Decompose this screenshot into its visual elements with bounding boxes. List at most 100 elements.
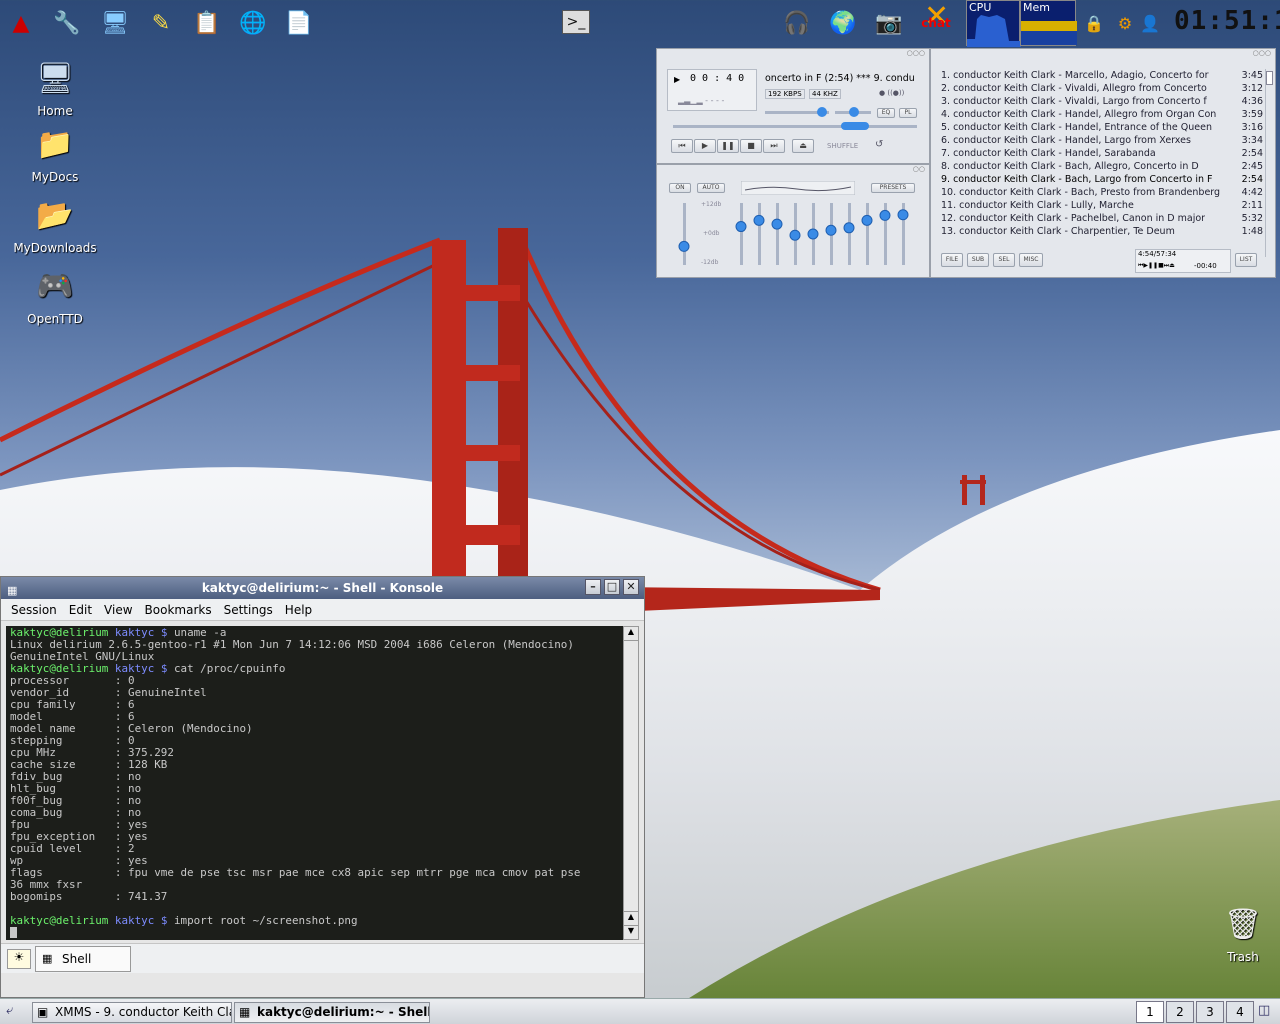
terminal-scrollbar[interactable]: ▲ ▼ ▲ bbox=[623, 626, 639, 940]
next-icon[interactable]: ⏭ bbox=[763, 139, 785, 153]
eq-band-knob[interactable] bbox=[897, 209, 909, 221]
xmms-equalizer-window[interactable]: ○○ ON AUTO PRESETS +12db +0db -12db bbox=[656, 164, 930, 278]
balance-slider[interactable] bbox=[835, 107, 871, 117]
playlist-item[interactable]: 3. conductor Keith Clark - Vivaldi, Larg… bbox=[941, 95, 1263, 108]
desktop-icon-mydocs[interactable]: 📁 MyDocs bbox=[10, 122, 100, 185]
pl-file-button[interactable]: FILE bbox=[941, 253, 963, 267]
wrench-icon[interactable]: 🔧 bbox=[50, 6, 84, 40]
camera-icon[interactable]: 📷 bbox=[872, 6, 906, 40]
pl-sub-button[interactable]: SUB bbox=[967, 253, 989, 267]
menu-bookmarks[interactable]: Bookmarks bbox=[139, 603, 218, 617]
scroll-down-icon[interactable]: ▼ bbox=[624, 925, 638, 939]
tab-shell[interactable]: ▦ Shell bbox=[35, 946, 131, 972]
menu-settings[interactable]: Settings bbox=[218, 603, 279, 617]
playlist-item[interactable]: 4. conductor Keith Clark - Handel, Alleg… bbox=[941, 108, 1263, 121]
eq-band-track[interactable] bbox=[866, 203, 869, 265]
terminal-output[interactable]: kaktyc@delirium kaktyc $ uname -a Linux d… bbox=[6, 626, 623, 940]
redhat-icon[interactable]: ▲ bbox=[4, 6, 38, 40]
pencil-icon[interactable]: ✎ bbox=[144, 6, 178, 40]
desktop-icon-openttd[interactable]: 🎮 OpenTTD bbox=[10, 264, 100, 327]
minimize-icon[interactable]: – bbox=[585, 579, 601, 595]
panel-clock[interactable]: 01:51:17 bbox=[1174, 6, 1280, 40]
playlist-list[interactable]: 1. conductor Keith Clark - Marcello, Ada… bbox=[941, 69, 1263, 241]
eq-band-track[interactable] bbox=[740, 203, 743, 265]
playlist-item[interactable]: 11. conductor Keith Clark - Lully, March… bbox=[941, 199, 1263, 212]
close-icon[interactable]: ✕ bbox=[623, 579, 639, 595]
lock-icon[interactable]: 🔒 bbox=[1084, 6, 1104, 40]
desktop-2[interactable]: 2 bbox=[1166, 1001, 1194, 1023]
xmms-main-window[interactable]: ○○○ ▶ 0 0 : 4 0 ▂▃▁▂ - - - - oncerto in … bbox=[656, 48, 930, 164]
scroll-up-icon[interactable]: ▲ bbox=[624, 627, 638, 641]
eq-band-knob[interactable] bbox=[861, 214, 873, 226]
desktop-icon-mydownloads[interactable]: 📂 MyDownloads bbox=[10, 193, 100, 256]
menu-edit[interactable]: Edit bbox=[63, 603, 98, 617]
playlist-item[interactable]: 8. conductor Keith Clark - Bach, Allegro… bbox=[941, 160, 1263, 173]
pl-toggle-button[interactable]: PL bbox=[899, 108, 917, 118]
pl-list-button[interactable]: LIST bbox=[1235, 253, 1257, 267]
eq-band-track[interactable] bbox=[848, 203, 851, 265]
shuffle-button[interactable]: SHUFFLE bbox=[827, 142, 858, 150]
playlist-scrollbar[interactable] bbox=[1265, 69, 1273, 257]
eq-band-knob[interactable] bbox=[825, 224, 837, 236]
user-icon[interactable]: 👤 bbox=[1138, 6, 1162, 40]
desktop-icon-home[interactable]: 🖥 Home bbox=[10, 56, 100, 119]
document-icon[interactable]: 📄 bbox=[282, 6, 316, 40]
eq-band-knob[interactable] bbox=[843, 222, 855, 234]
terminal-icon[interactable]: >_ bbox=[562, 10, 590, 34]
playlist-item[interactable]: 5. conductor Keith Clark - Handel, Entra… bbox=[941, 121, 1263, 134]
desktop-4[interactable]: 4 bbox=[1226, 1001, 1254, 1023]
konsole-titlebar[interactable]: ▦ kaktyc@delirium:~ - Shell - Konsole – … bbox=[1, 577, 644, 599]
eject-icon[interactable]: ⏏ bbox=[792, 139, 814, 153]
playlist-item[interactable]: 1. conductor Keith Clark - Marcello, Ada… bbox=[941, 69, 1263, 82]
mini-transport-icons[interactable]: ⏮▶❚❚■⏭⏏ bbox=[1138, 262, 1175, 270]
maximize-icon[interactable]: □ bbox=[604, 579, 620, 595]
eq-preamp-track[interactable] bbox=[683, 203, 686, 265]
volume-slider[interactable] bbox=[765, 107, 829, 117]
playlist-item[interactable]: 6. conductor Keith Clark - Handel, Largo… bbox=[941, 134, 1263, 147]
eq-toggle-button[interactable]: EQ bbox=[877, 108, 895, 118]
playlist-item[interactable]: 7. conductor Keith Clark - Handel, Sarab… bbox=[941, 147, 1263, 160]
task-xmms[interactable]: ▣ XMMS - 9. conductor Keith Cla bbox=[32, 1002, 232, 1023]
playlist-item[interactable]: 10. conductor Keith Clark - Bach, Presto… bbox=[941, 186, 1263, 199]
eq-band-track[interactable] bbox=[776, 203, 779, 265]
headphones-icon[interactable]: 🎧 bbox=[780, 6, 814, 40]
desktop-1[interactable]: 1 bbox=[1136, 1001, 1164, 1023]
previous-icon[interactable]: ⏮ bbox=[671, 139, 693, 153]
task-konsole[interactable]: ▦ kaktyc@delirium:~ - Shell bbox=[234, 1002, 430, 1023]
eq-band-knob[interactable] bbox=[735, 221, 747, 233]
pl-sel-button[interactable]: SEL bbox=[993, 253, 1015, 267]
menu-help[interactable]: Help bbox=[279, 603, 318, 617]
chat-icon[interactable]: ✕ chat bbox=[918, 2, 954, 38]
notepad-icon[interactable]: 📋 bbox=[190, 6, 224, 40]
monitor-icon[interactable]: 🖥 bbox=[98, 6, 132, 40]
desktop-icon-trash[interactable]: 🗑 Trash bbox=[1198, 902, 1280, 965]
konsole-app-icon[interactable]: ▦ bbox=[7, 580, 17, 602]
seek-bar[interactable] bbox=[673, 122, 917, 130]
playlist-item[interactable]: 13. conductor Keith Clark - Charpentier,… bbox=[941, 225, 1263, 238]
xmms-playlist-window[interactable]: ○○○ 1. conductor Keith Clark - Marcello,… bbox=[930, 48, 1276, 278]
playlist-item[interactable]: 9. conductor Keith Clark - Bach, Largo f… bbox=[941, 173, 1263, 186]
kmenu-arrow-icon[interactable]: ⤶ bbox=[6, 1003, 13, 1018]
eq-band-knob[interactable] bbox=[789, 229, 801, 241]
stop-icon[interactable]: ■ bbox=[740, 139, 762, 153]
browser-globe-icon[interactable]: 🌍 bbox=[826, 6, 860, 40]
konsole-window[interactable]: ▦ kaktyc@delirium:~ - Shell - Konsole – … bbox=[0, 576, 645, 998]
new-session-icon[interactable]: ☀ bbox=[7, 949, 31, 969]
pause-icon[interactable]: ❚❚ bbox=[717, 139, 739, 153]
playlist-item[interactable]: 12. conductor Keith Clark - Pachelbel, C… bbox=[941, 212, 1263, 225]
kde-icon[interactable]: ⚙ bbox=[1114, 6, 1136, 40]
eq-band-knob[interactable] bbox=[807, 228, 819, 240]
playlist-item[interactable]: 2. conductor Keith Clark - Vivaldi, Alle… bbox=[941, 82, 1263, 95]
pl-misc-button[interactable]: MISC bbox=[1019, 253, 1043, 267]
menu-view[interactable]: View bbox=[98, 603, 138, 617]
show-desktop-icon[interactable]: ◫ bbox=[1258, 1003, 1270, 1018]
play-icon[interactable]: ▶ bbox=[694, 139, 716, 153]
eq-band-track[interactable] bbox=[758, 203, 761, 265]
eq-band-knob[interactable] bbox=[771, 218, 783, 230]
menu-session[interactable]: Session bbox=[5, 603, 63, 617]
xmms-titlebar[interactable]: ○○○ bbox=[657, 49, 929, 59]
desktop-3[interactable]: 3 bbox=[1196, 1001, 1224, 1023]
eq-band-knob[interactable] bbox=[879, 209, 891, 221]
globe-network-icon[interactable]: 🌐 bbox=[236, 6, 270, 40]
repeat-icon[interactable]: ↺ bbox=[875, 139, 883, 150]
